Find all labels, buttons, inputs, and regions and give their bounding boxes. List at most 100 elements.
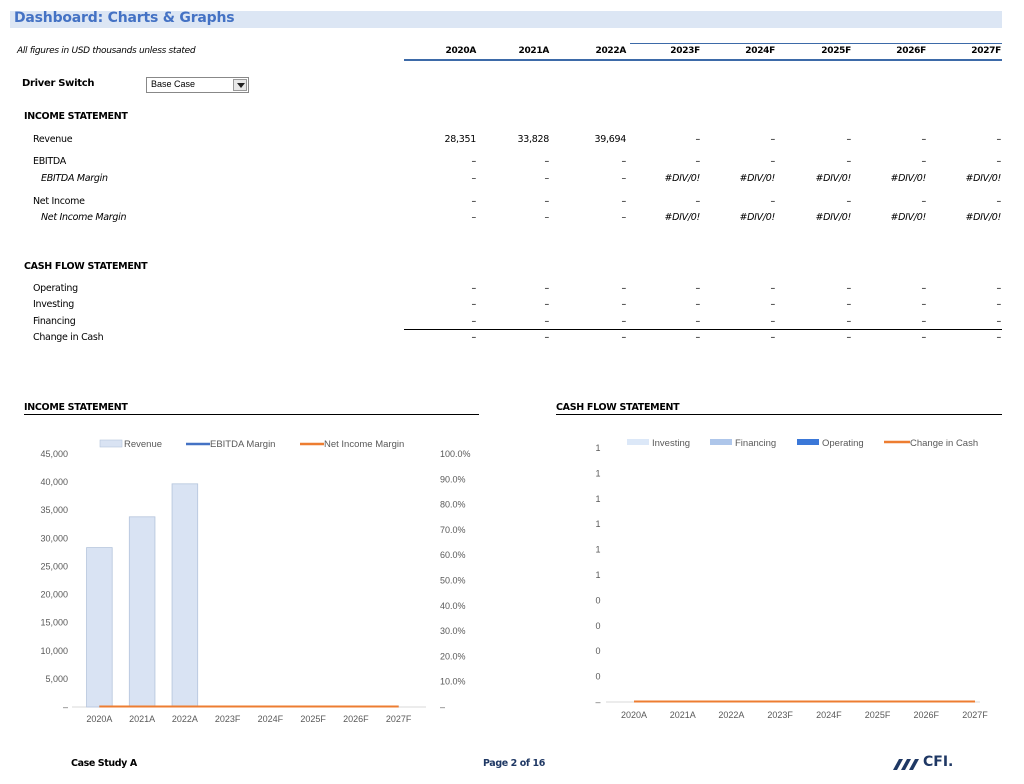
y2-tick-label: 10.0% bbox=[440, 677, 466, 687]
year-header: 2027F bbox=[971, 46, 1001, 56]
table-cell: – bbox=[770, 134, 776, 145]
table-cell: #DIV/0! bbox=[664, 212, 700, 223]
legend-swatch bbox=[710, 439, 732, 445]
x-tick-label: 2026F bbox=[914, 710, 940, 720]
y-tick-label: 1 bbox=[595, 545, 600, 555]
year-header: 2026F bbox=[896, 46, 926, 56]
y-tick-label: 25,000 bbox=[40, 561, 68, 571]
table-cell: – bbox=[846, 134, 852, 145]
year-header: 2021A bbox=[518, 46, 549, 56]
y-tick-label: 40,000 bbox=[40, 477, 68, 487]
table-cell: – bbox=[695, 196, 701, 207]
table-cell: – bbox=[471, 156, 477, 167]
cash-flow-chart-title: CASH FLOW STATEMENT bbox=[556, 402, 680, 413]
total-line bbox=[404, 329, 1002, 330]
y-tick-label: 0 bbox=[595, 595, 600, 605]
table-cell: – bbox=[770, 283, 776, 294]
table-cell: #DIV/0! bbox=[739, 212, 775, 223]
table-cell: – bbox=[621, 299, 627, 310]
x-tick-label: 2026F bbox=[343, 714, 369, 724]
table-cell: #DIV/0! bbox=[890, 173, 926, 184]
driver-switch-dropdown[interactable]: Base Case bbox=[146, 77, 249, 93]
footer-case-study: Case Study A bbox=[71, 758, 137, 769]
cfi-logo: CFI. bbox=[891, 754, 961, 772]
page-title: Dashboard: Charts & Graphs bbox=[14, 10, 235, 26]
table-cell: – bbox=[471, 212, 477, 223]
chevron-down-icon[interactable] bbox=[233, 79, 247, 91]
year-header: 2020A bbox=[445, 46, 476, 56]
table-cell: – bbox=[770, 332, 776, 343]
y-tick-label: 0 bbox=[595, 646, 600, 656]
x-tick-label: 2021A bbox=[129, 714, 155, 724]
y2-tick-label: – bbox=[440, 702, 445, 712]
income-chart-title: INCOME STATEMENT bbox=[24, 402, 128, 413]
table-cell: – bbox=[695, 283, 701, 294]
revenue-bar bbox=[128, 516, 156, 708]
legend-label: EBITDA Margin bbox=[210, 439, 275, 450]
y-tick-label: 15,000 bbox=[40, 618, 68, 628]
legend-label: Revenue bbox=[124, 439, 162, 450]
y-tick-label: 1 bbox=[595, 443, 600, 453]
table-cell: #DIV/0! bbox=[815, 173, 851, 184]
y-tick-label: 1 bbox=[595, 570, 600, 580]
y2-tick-label: 50.0% bbox=[440, 576, 466, 586]
table-cell: – bbox=[996, 196, 1002, 207]
y-tick-label: 0 bbox=[595, 621, 600, 631]
row-label: Financing bbox=[33, 316, 76, 327]
row-label: Net Income bbox=[33, 196, 85, 207]
y-tick-label: 10,000 bbox=[40, 646, 68, 656]
row-label: Investing bbox=[33, 299, 74, 310]
table-cell: – bbox=[544, 299, 550, 310]
table-cell: – bbox=[770, 299, 776, 310]
y2-tick-label: 90.0% bbox=[440, 474, 466, 484]
table-cell: – bbox=[471, 299, 477, 310]
y2-tick-label: 30.0% bbox=[440, 626, 466, 636]
table-cell: – bbox=[621, 156, 627, 167]
cfi-logo-text: CFI. bbox=[923, 754, 954, 770]
y-tick-label: 1 bbox=[595, 468, 600, 478]
row-label: Net Income Margin bbox=[41, 212, 127, 223]
driver-switch-label: Driver Switch bbox=[22, 78, 95, 89]
table-cell: – bbox=[921, 283, 927, 294]
table-cell: – bbox=[471, 283, 477, 294]
legend-label: Operating bbox=[822, 438, 864, 449]
y-tick-label: – bbox=[63, 702, 68, 712]
y-tick-label: 1 bbox=[595, 494, 600, 504]
x-tick-label: 2022A bbox=[172, 714, 198, 724]
x-tick-label: 2027F bbox=[386, 714, 412, 724]
year-header: 2022A bbox=[595, 46, 626, 56]
y-tick-label: 30,000 bbox=[40, 533, 68, 543]
income-statement-chart: – 5,000 10,000 15,000 20,000 25,000 30,000 35,0… bbox=[40, 439, 470, 724]
table-cell: – bbox=[846, 299, 852, 310]
table-cell: – bbox=[621, 316, 627, 327]
legend-swatch bbox=[99, 439, 123, 448]
cash-flow-chart: – 0 0 0 0 1 1 1 1 1 1 2020A 2021A 2022A 2023F 2024F 2025… bbox=[595, 438, 988, 720]
table-cell: – bbox=[770, 316, 776, 327]
y2-tick-label: 40.0% bbox=[440, 601, 466, 611]
cfi-logo-icon bbox=[893, 759, 919, 770]
year-header: 2023F bbox=[670, 46, 700, 56]
x-tick-label: 2023F bbox=[767, 710, 793, 720]
x-tick-label: 2020A bbox=[86, 714, 112, 724]
table-cell: – bbox=[996, 332, 1002, 343]
legend-swatch bbox=[627, 439, 649, 445]
table-cell: #DIV/0! bbox=[739, 173, 775, 184]
table-cell: – bbox=[544, 316, 550, 327]
table-cell: – bbox=[921, 316, 927, 327]
table-cell: – bbox=[695, 332, 701, 343]
table-cell: – bbox=[996, 156, 1002, 167]
y-tick-label: – bbox=[595, 697, 600, 707]
table-cell: – bbox=[921, 196, 927, 207]
table-cell: – bbox=[846, 196, 852, 207]
table-cell: #DIV/0! bbox=[890, 212, 926, 223]
y2-tick-label: 80.0% bbox=[440, 500, 466, 510]
table-cell: – bbox=[996, 283, 1002, 294]
table-cell: #DIV/0! bbox=[965, 212, 1001, 223]
x-tick-label: 2025F bbox=[300, 714, 326, 724]
table-cell: – bbox=[544, 212, 550, 223]
income-statement-title: INCOME STATEMENT bbox=[24, 111, 128, 122]
year-header: 2025F bbox=[821, 46, 851, 56]
table-cell: – bbox=[921, 299, 927, 310]
y2-tick-label: 60.0% bbox=[440, 550, 466, 560]
table-cell: – bbox=[544, 283, 550, 294]
